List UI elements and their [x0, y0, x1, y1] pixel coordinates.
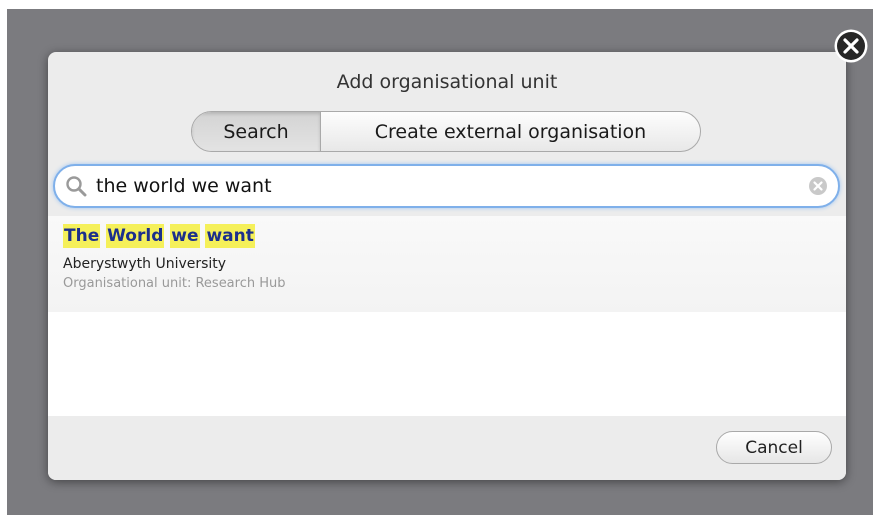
result-item[interactable]: The World we want Aberystwyth University… — [48, 216, 846, 312]
result-organisation: Aberystwyth University — [63, 256, 227, 272]
highlighted-word: we — [170, 224, 200, 248]
search-icon — [66, 176, 87, 197]
results-list: The World we want Aberystwyth University… — [48, 216, 846, 416]
clear-icon[interactable] — [808, 176, 828, 196]
search-input[interactable] — [96, 172, 796, 200]
cancel-button[interactable]: Cancel — [716, 431, 832, 464]
search-field — [53, 164, 840, 208]
highlighted-word: want — [205, 224, 255, 248]
mode-tabs: Search Create external organisation — [191, 111, 701, 152]
add-organisational-unit-dialog: Add organisational unit Search Create ex… — [48, 52, 846, 480]
dialog-title: Add organisational unit — [336, 71, 558, 93]
close-icon[interactable] — [833, 28, 869, 64]
dialog-footer: Cancel — [48, 416, 846, 480]
highlighted-word: World — [106, 224, 165, 248]
result-meta: Organisational unit: Research Hub — [63, 276, 286, 291]
tab-create-external-organisation[interactable]: Create external organisation — [321, 112, 700, 151]
result-title: The World we want — [63, 224, 255, 248]
highlighted-word: The — [63, 224, 101, 248]
tab-search[interactable]: Search — [192, 112, 321, 151]
